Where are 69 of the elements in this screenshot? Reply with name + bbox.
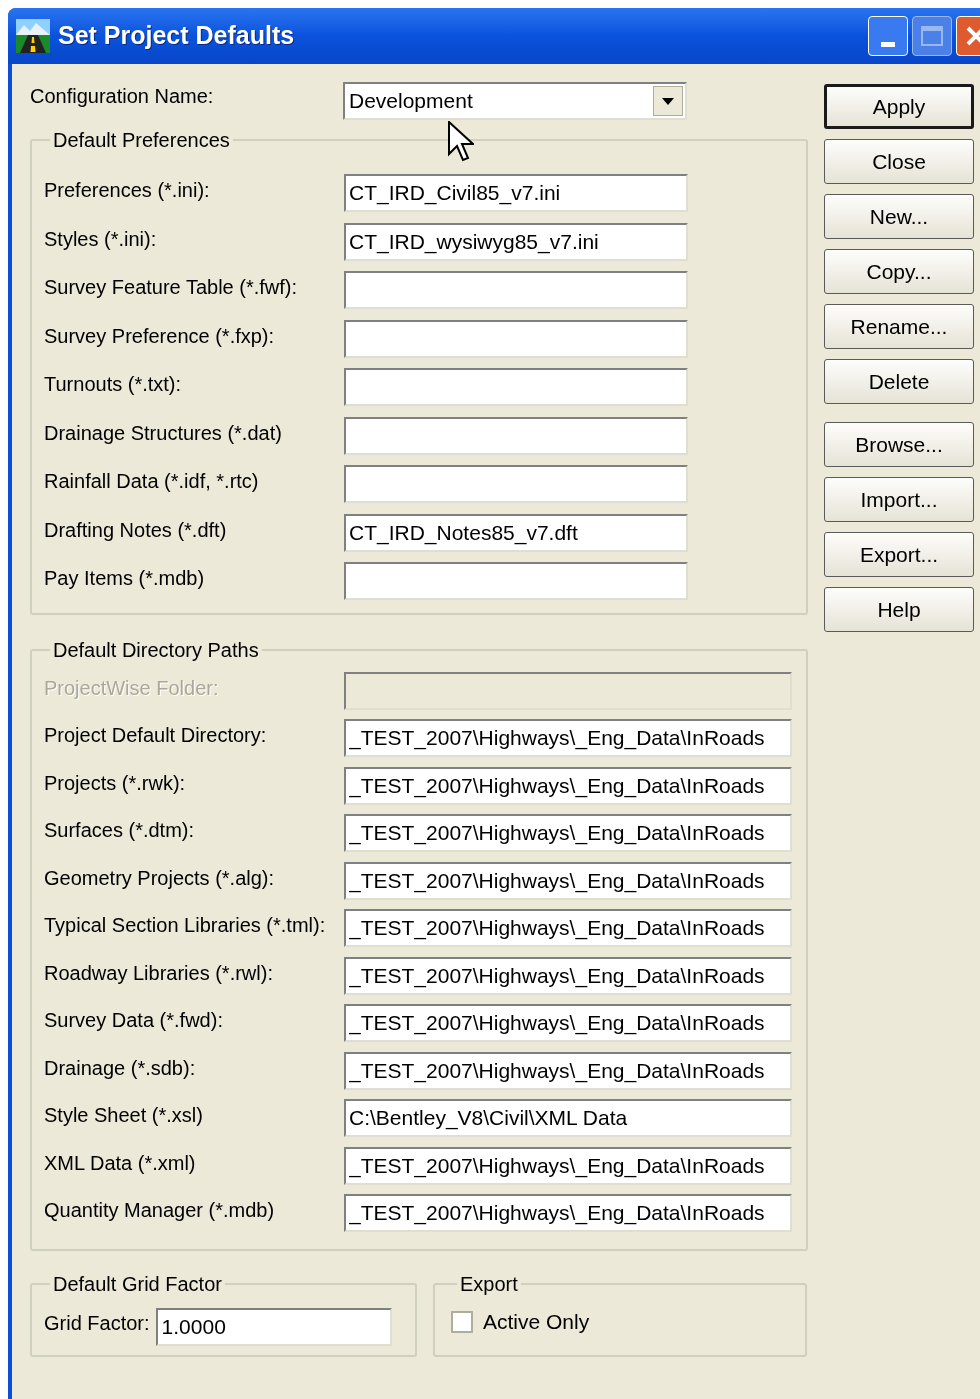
dialog-button[interactable]: Close bbox=[824, 139, 974, 184]
field-label: Configuration Name: bbox=[30, 84, 215, 109]
path-field[interactable] bbox=[344, 562, 688, 601]
field-label: Preferences (*.ini): bbox=[44, 178, 211, 204]
field-label: XML Data (*.xml) bbox=[44, 1150, 197, 1176]
dialog-button[interactable]: Delete bbox=[824, 359, 974, 404]
field-label: Styles (*.ini): bbox=[44, 226, 158, 252]
path-field[interactable] bbox=[344, 271, 688, 310]
field-label: Typical Section Libraries (*.tml): bbox=[44, 913, 327, 939]
group-title: Default Preferences bbox=[52, 128, 231, 153]
dialog-button[interactable]: Help bbox=[824, 587, 974, 632]
path-field[interactable]: _TEST_2007\Highways\_Eng_Data\InRoads bbox=[344, 956, 792, 995]
field-label: Turnouts (*.txt): bbox=[44, 372, 183, 398]
field-label: Drainage (*.sdb): bbox=[44, 1055, 197, 1081]
window-title: Set Project Defaults bbox=[58, 20, 295, 52]
field-label: Survey Preference (*.fxp): bbox=[44, 323, 276, 349]
road-icon bbox=[16, 19, 50, 53]
dialog-button[interactable]: Browse... bbox=[824, 422, 974, 467]
field-label: Geometry Projects (*.alg): bbox=[44, 865, 276, 891]
dialog-button[interactable]: Rename... bbox=[824, 304, 974, 349]
dialog-button[interactable]: Apply bbox=[824, 84, 974, 129]
field-label: ProjectWise Folder: bbox=[44, 675, 220, 701]
path-field[interactable]: _TEST_2007\Highways\_Eng_Data\InRoads bbox=[344, 814, 792, 853]
dialog-button[interactable]: Import... bbox=[824, 477, 974, 522]
dialog-button[interactable]: Copy... bbox=[824, 249, 974, 294]
path-field[interactable]: CT_IRD_wysiwyg85_v7.ini bbox=[344, 222, 688, 261]
field-label: Drainage Structures (*.dat) bbox=[44, 420, 283, 446]
configuration-dropdown[interactable]: Development bbox=[343, 82, 687, 120]
path-field[interactable]: _TEST_2007\Highways\_Eng_Data\InRoads bbox=[344, 1051, 792, 1090]
field-label: Survey Data (*.fwd): bbox=[44, 1008, 224, 1034]
field-label: Pay Items (*.mdb) bbox=[44, 566, 206, 592]
grid-factor-field[interactable]: 1.0000 bbox=[155, 1308, 392, 1346]
maximize-icon bbox=[921, 26, 943, 46]
path-field[interactable]: _TEST_2007\Highways\_Eng_Data\InRoads bbox=[344, 766, 792, 805]
minimize-icon bbox=[881, 42, 895, 47]
dialog-button[interactable]: Export... bbox=[824, 532, 974, 577]
field-label: Projects (*.rwk): bbox=[44, 770, 187, 796]
field-label: Surfaces (*.dtm): bbox=[44, 818, 196, 844]
path-field[interactable]: _TEST_2007\Highways\_Eng_Data\InRoads bbox=[344, 1004, 792, 1043]
group-title: Export bbox=[459, 1272, 519, 1297]
caret-icon bbox=[662, 97, 674, 105]
field-label: Drafting Notes (*.dft) bbox=[44, 517, 228, 543]
pointer-cursor-icon bbox=[448, 121, 474, 163]
group-title: Default Directory Paths bbox=[52, 638, 260, 663]
path-field[interactable]: CT_IRD_Notes85_v7.dft bbox=[344, 513, 688, 552]
checkbox-label: Active Only bbox=[483, 1309, 590, 1336]
path-field[interactable]: CT_IRD_Civil85_v7.ini bbox=[344, 174, 688, 213]
path-field[interactable] bbox=[344, 368, 688, 407]
group-title: Default Grid Factor bbox=[52, 1272, 223, 1297]
path-field[interactable]: C:\Bentley_V8\Civil\XML Data bbox=[344, 1099, 792, 1138]
path-field[interactable] bbox=[344, 319, 688, 358]
minimize-button[interactable] bbox=[868, 16, 908, 56]
path-field[interactable]: _TEST_2007\Highways\_Eng_Data\InRoads bbox=[344, 909, 792, 948]
field-label: Rainfall Data (*.idf, *.rtc) bbox=[44, 469, 260, 495]
path-field[interactable]: _TEST_2007\Highways\_Eng_Data\InRoads bbox=[344, 1146, 792, 1185]
dialog-button[interactable]: New... bbox=[824, 194, 974, 239]
path-field[interactable] bbox=[344, 465, 688, 504]
field-label: Style Sheet (*.xsl) bbox=[44, 1103, 204, 1129]
field-label: Roadway Libraries (*.rwl): bbox=[44, 960, 274, 986]
dropdown-button[interactable] bbox=[653, 86, 683, 116]
field-label: Quantity Manager (*.mdb) bbox=[44, 1198, 276, 1224]
path-field[interactable] bbox=[344, 416, 688, 455]
checkbox[interactable] bbox=[451, 1311, 473, 1333]
path-field[interactable]: _TEST_2007\Highways\_Eng_Data\InRoads bbox=[344, 719, 792, 758]
path-field[interactable]: _TEST_2007\Highways\_Eng_Data\InRoads bbox=[344, 861, 792, 900]
field-label: Survey Feature Table (*.fwf): bbox=[44, 275, 299, 301]
path-field[interactable]: _TEST_2007\Highways\_Eng_Data\InRoads bbox=[344, 1194, 792, 1233]
field-label: Project Default Directory: bbox=[44, 723, 268, 749]
field-label: Grid Factor: bbox=[44, 1311, 150, 1336]
